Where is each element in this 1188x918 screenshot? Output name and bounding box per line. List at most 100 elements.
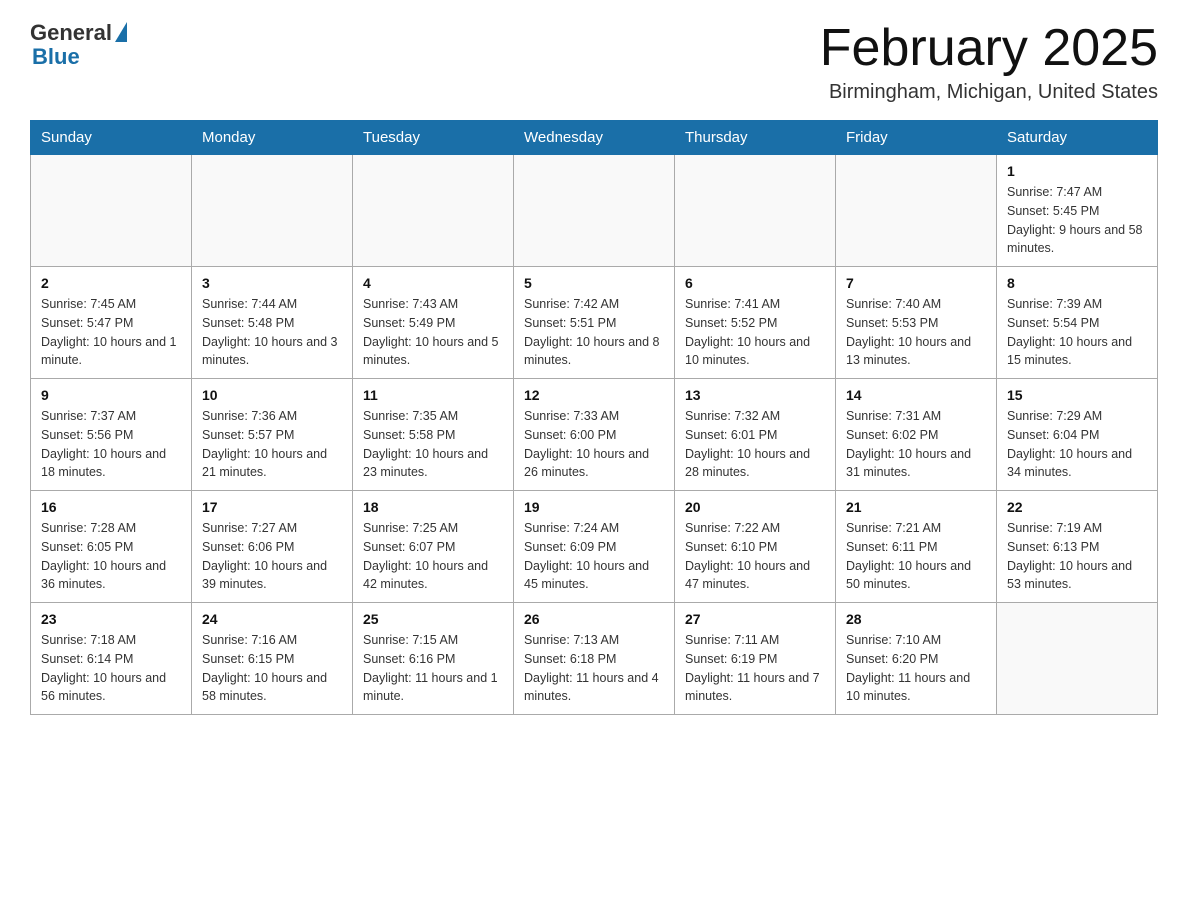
day-number: 5 [524, 275, 664, 291]
table-row: 22 Sunrise: 7:19 AMSunset: 6:13 PMDayligh… [997, 491, 1158, 603]
day-info: Sunrise: 7:44 AMSunset: 5:48 PMDaylight:… [202, 295, 342, 370]
day-info: Sunrise: 7:36 AMSunset: 5:57 PMDaylight:… [202, 407, 342, 482]
col-wednesday: Wednesday [514, 121, 675, 155]
table-row: 13 Sunrise: 7:32 AMSunset: 6:01 PMDayligh… [675, 379, 836, 491]
day-number: 16 [41, 499, 181, 515]
calendar-week-row: 1 Sunrise: 7:47 AMSunset: 5:45 PMDaylight… [31, 155, 1158, 267]
col-thursday: Thursday [675, 121, 836, 155]
day-info: Sunrise: 7:16 AMSunset: 6:15 PMDaylight:… [202, 631, 342, 706]
day-number: 11 [363, 387, 503, 403]
day-number: 22 [1007, 499, 1147, 515]
logo: General Blue [30, 20, 127, 70]
day-info: Sunrise: 7:37 AMSunset: 5:56 PMDaylight:… [41, 407, 181, 482]
logo-general-text: General [30, 20, 112, 46]
day-number: 21 [846, 499, 986, 515]
day-info: Sunrise: 7:31 AMSunset: 6:02 PMDaylight:… [846, 407, 986, 482]
calendar-header-row: Sunday Monday Tuesday Wednesday Thursday… [31, 121, 1158, 155]
day-number: 28 [846, 611, 986, 627]
table-row [997, 603, 1158, 715]
day-info: Sunrise: 7:27 AMSunset: 6:06 PMDaylight:… [202, 519, 342, 594]
table-row: 24 Sunrise: 7:16 AMSunset: 6:15 PMDayligh… [192, 603, 353, 715]
logo-triangle-icon [115, 22, 127, 42]
table-row: 10 Sunrise: 7:36 AMSunset: 5:57 PMDayligh… [192, 379, 353, 491]
day-number: 24 [202, 611, 342, 627]
calendar-week-row: 16Sunrise: 7:28 AMSunset: 6:05 PMDayligh… [31, 491, 1158, 603]
day-number: 3 [202, 275, 342, 291]
day-number: 13 [685, 387, 825, 403]
day-info: Sunrise: 7:25 AMSunset: 6:07 PMDaylight:… [363, 519, 503, 594]
col-saturday: Saturday [997, 121, 1158, 155]
title-section: February 2025 Birmingham, Michigan, Unit… [820, 20, 1158, 104]
table-row: 6 Sunrise: 7:41 AMSunset: 5:52 PMDaylight… [675, 267, 836, 379]
calendar-week-row: 2Sunrise: 7:45 AMSunset: 5:47 PMDaylight… [31, 267, 1158, 379]
col-friday: Friday [836, 121, 997, 155]
table-row [675, 155, 836, 267]
day-info: Sunrise: 7:33 AMSunset: 6:00 PMDaylight:… [524, 407, 664, 482]
table-row [192, 155, 353, 267]
table-row: 7Sunrise: 7:40 AMSunset: 5:53 PMDaylight… [836, 267, 997, 379]
day-info: Sunrise: 7:35 AMSunset: 5:58 PMDaylight:… [363, 407, 503, 482]
table-row: 14 Sunrise: 7:31 AMSunset: 6:02 PMDayligh… [836, 379, 997, 491]
table-row: 20 Sunrise: 7:22 AMSunset: 6:10 PMDayligh… [675, 491, 836, 603]
table-row: 15 Sunrise: 7:29 AMSunset: 6:04 PMDayligh… [997, 379, 1158, 491]
day-info: Sunrise: 7:39 AMSunset: 5:54 PMDaylight:… [1007, 295, 1147, 370]
day-info: Sunrise: 7:40 AMSunset: 5:53 PMDaylight:… [846, 295, 986, 370]
table-row: 16Sunrise: 7:28 AMSunset: 6:05 PMDayligh… [31, 491, 192, 603]
day-number: 14 [846, 387, 986, 403]
day-number: 1 [1007, 163, 1147, 179]
day-info: Sunrise: 7:29 AMSunset: 6:04 PMDaylight:… [1007, 407, 1147, 482]
col-sunday: Sunday [31, 121, 192, 155]
table-row: 4 Sunrise: 7:43 AMSunset: 5:49 PMDaylight… [353, 267, 514, 379]
table-row: 21 Sunrise: 7:21 AMSunset: 6:11 PMDayligh… [836, 491, 997, 603]
table-row: 28 Sunrise: 7:10 AMSunset: 6:20 PMDayligh… [836, 603, 997, 715]
table-row: 11 Sunrise: 7:35 AMSunset: 5:58 PMDayligh… [353, 379, 514, 491]
day-number: 15 [1007, 387, 1147, 403]
table-row [514, 155, 675, 267]
day-info: Sunrise: 7:22 AMSunset: 6:10 PMDaylight:… [685, 519, 825, 594]
table-row: 26 Sunrise: 7:13 AMSunset: 6:18 PMDayligh… [514, 603, 675, 715]
day-number: 20 [685, 499, 825, 515]
table-row: 23 Sunrise: 7:18 AMSunset: 6:14 PMDayligh… [31, 603, 192, 715]
month-title: February 2025 [820, 20, 1158, 77]
table-row: 2Sunrise: 7:45 AMSunset: 5:47 PMDaylight… [31, 267, 192, 379]
day-number: 26 [524, 611, 664, 627]
day-number: 19 [524, 499, 664, 515]
day-info: Sunrise: 7:11 AMSunset: 6:19 PMDaylight:… [685, 631, 825, 706]
day-info: Sunrise: 7:19 AMSunset: 6:13 PMDaylight:… [1007, 519, 1147, 594]
table-row: 1 Sunrise: 7:47 AMSunset: 5:45 PMDaylight… [997, 155, 1158, 267]
day-info: Sunrise: 7:42 AMSunset: 5:51 PMDaylight:… [524, 295, 664, 370]
table-row [353, 155, 514, 267]
day-number: 18 [363, 499, 503, 515]
calendar-table: Sunday Monday Tuesday Wednesday Thursday… [30, 120, 1158, 715]
day-info: Sunrise: 7:43 AMSunset: 5:49 PMDaylight:… [363, 295, 503, 370]
table-row [31, 155, 192, 267]
day-number: 25 [363, 611, 503, 627]
col-monday: Monday [192, 121, 353, 155]
day-number: 10 [202, 387, 342, 403]
day-number: 17 [202, 499, 342, 515]
table-row [836, 155, 997, 267]
table-row: 27Sunrise: 7:11 AMSunset: 6:19 PMDayligh… [675, 603, 836, 715]
table-row: 9 Sunrise: 7:37 AMSunset: 5:56 PMDaylight… [31, 379, 192, 491]
day-number: 6 [685, 275, 825, 291]
calendar-week-row: 23 Sunrise: 7:18 AMSunset: 6:14 PMDayligh… [31, 603, 1158, 715]
table-row: 3 Sunrise: 7:44 AMSunset: 5:48 PMDaylight… [192, 267, 353, 379]
day-info: Sunrise: 7:45 AMSunset: 5:47 PMDaylight:… [41, 295, 181, 370]
day-info: Sunrise: 7:41 AMSunset: 5:52 PMDaylight:… [685, 295, 825, 370]
day-number: 23 [41, 611, 181, 627]
day-info: Sunrise: 7:10 AMSunset: 6:20 PMDaylight:… [846, 631, 986, 706]
day-info: Sunrise: 7:47 AMSunset: 5:45 PMDaylight:… [1007, 183, 1147, 258]
calendar-week-row: 9 Sunrise: 7:37 AMSunset: 5:56 PMDaylight… [31, 379, 1158, 491]
table-row: 8Sunrise: 7:39 AMSunset: 5:54 PMDaylight… [997, 267, 1158, 379]
day-info: Sunrise: 7:32 AMSunset: 6:01 PMDaylight:… [685, 407, 825, 482]
day-number: 4 [363, 275, 503, 291]
table-row: 25Sunrise: 7:15 AMSunset: 6:16 PMDayligh… [353, 603, 514, 715]
day-info: Sunrise: 7:13 AMSunset: 6:18 PMDaylight:… [524, 631, 664, 706]
day-number: 9 [41, 387, 181, 403]
logo-blue-text: Blue [30, 44, 80, 70]
page-header: General Blue February 2025 Birmingham, M… [30, 20, 1158, 104]
location-text: Birmingham, Michigan, United States [820, 81, 1158, 104]
table-row: 12Sunrise: 7:33 AMSunset: 6:00 PMDayligh… [514, 379, 675, 491]
day-info: Sunrise: 7:18 AMSunset: 6:14 PMDaylight:… [41, 631, 181, 706]
day-info: Sunrise: 7:21 AMSunset: 6:11 PMDaylight:… [846, 519, 986, 594]
